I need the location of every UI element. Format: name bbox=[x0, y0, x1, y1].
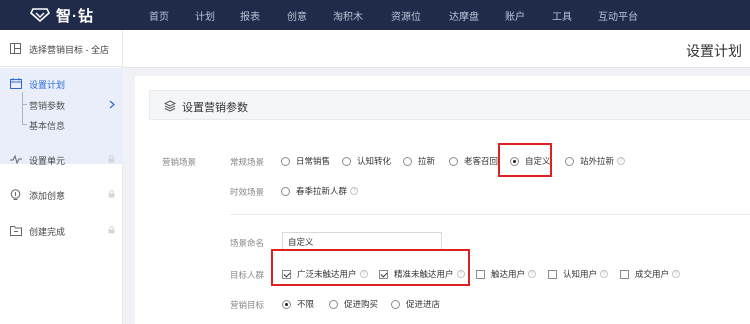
sidebar-item-add-creative[interactable]: 添加创意 bbox=[29, 189, 65, 202]
radio-circle-selected[interactable] bbox=[282, 299, 291, 309]
radio-label: 站外拉新 bbox=[580, 156, 615, 166]
chevron-right-icon bbox=[109, 100, 115, 109]
unit-icon bbox=[10, 154, 22, 165]
calendar-icon bbox=[10, 78, 22, 89]
help-icon[interactable]: ? bbox=[672, 270, 681, 278]
radio-label: 促进购买 bbox=[344, 299, 379, 309]
help-icon[interactable]: ? bbox=[600, 270, 609, 278]
radio-label: 春季拉新人群 bbox=[296, 186, 348, 196]
nav-plan[interactable]: 计划 bbox=[195, 8, 215, 23]
radio-goal-promote-visit[interactable]: 促进进店 bbox=[391, 298, 440, 310]
layers-icon bbox=[163, 100, 177, 112]
radio-circle[interactable] bbox=[281, 186, 290, 196]
lock-icon bbox=[108, 226, 115, 234]
lightbulb-icon bbox=[10, 189, 21, 200]
radio-daily-sales[interactable]: 日常销售 bbox=[281, 155, 330, 167]
nav-damopan[interactable]: 达摩盘 bbox=[449, 8, 479, 23]
radio-circle[interactable] bbox=[449, 156, 458, 166]
checkbox-cognitive[interactable]: 认知用户 ? bbox=[548, 268, 609, 280]
radio-label: 老客召回 bbox=[464, 156, 499, 166]
marketing-params-card: 设置营销参数 营销场景 常规场景 日常销售 认知转化 拉新 老客召回 自定义 站… bbox=[135, 76, 750, 324]
checkbox-label: 触达用户 bbox=[491, 269, 526, 279]
radio-recall-old[interactable]: 老客召回 bbox=[449, 155, 498, 167]
nav-creative[interactable]: 创意 bbox=[287, 8, 307, 23]
checkbox[interactable] bbox=[548, 269, 557, 279]
timely-scene-label: 时效场景 bbox=[230, 187, 265, 197]
logo-text: 智·钻 bbox=[56, 7, 94, 25]
radio-acquire-new[interactable]: 拉新 bbox=[403, 155, 435, 167]
radio-label: 认知转化 bbox=[357, 156, 392, 166]
sidebar-item-set-unit[interactable]: 设置单元 bbox=[29, 154, 65, 167]
sidebar-item-set-plan[interactable]: 设置计划 bbox=[29, 78, 65, 91]
layout-icon bbox=[10, 43, 21, 54]
nav-interactive-platform[interactable]: 互动平台 bbox=[598, 8, 638, 23]
page-header: 设置计划 bbox=[123, 30, 750, 68]
page-title: 设置计划 bbox=[686, 43, 742, 59]
folder-icon bbox=[10, 225, 22, 236]
radio-circle[interactable] bbox=[281, 156, 290, 166]
diamond-logo-icon bbox=[30, 8, 50, 22]
lock-icon bbox=[108, 155, 115, 163]
checkbox[interactable] bbox=[620, 269, 629, 279]
checkbox-reached[interactable]: 触达用户 ? bbox=[476, 268, 537, 280]
radio-spring-acquire[interactable]: 春季拉新人群 ? bbox=[281, 185, 359, 197]
highlight-box-custom bbox=[498, 143, 552, 177]
checkbox-label: 认知用户 bbox=[563, 269, 598, 279]
radio-circle[interactable] bbox=[403, 156, 412, 166]
nav-report[interactable]: 报表 bbox=[240, 8, 260, 23]
top-navigation-bar: 智·钻 首页 计划 报表 创意 淘积木 资源位 达摩盘 账户 工具 互动平台 bbox=[0, 0, 750, 30]
scene-name-input[interactable]: 自定义 bbox=[282, 232, 442, 250]
highlight-box-target-crowd bbox=[271, 249, 470, 286]
lock-icon bbox=[108, 190, 115, 198]
sidebar-item-create-done[interactable]: 创建完成 bbox=[29, 225, 65, 238]
radio-goal-unlimited[interactable]: 不限 bbox=[282, 298, 314, 310]
target-crowd-label: 目标人群 bbox=[230, 270, 265, 280]
logo[interactable]: 智·钻 bbox=[30, 6, 94, 25]
nav-home[interactable]: 首页 bbox=[149, 8, 169, 23]
nav-tools[interactable]: 工具 bbox=[552, 8, 572, 23]
regular-scene-label: 常规场景 bbox=[230, 157, 265, 167]
marketing-scene-label: 营销场景 bbox=[162, 157, 197, 167]
radio-label: 日常销售 bbox=[296, 156, 331, 166]
help-icon[interactable]: ? bbox=[617, 157, 626, 165]
sidebar-sub-basic-info[interactable]: 基本信息 bbox=[29, 119, 65, 132]
sidebar-sub-marketing-params[interactable]: 营销参数 bbox=[29, 99, 65, 112]
scene-name-label: 场景命名 bbox=[230, 238, 265, 248]
sidebar-target[interactable]: 选择营销目标 - 全店 bbox=[0, 30, 123, 67]
radio-label: 拉新 bbox=[418, 156, 436, 166]
radio-circle[interactable] bbox=[391, 299, 400, 309]
radio-circle[interactable] bbox=[565, 156, 574, 166]
radio-goal-promote-purchase[interactable]: 促进购买 bbox=[329, 298, 378, 310]
radio-offsite-acquire[interactable]: 站外拉新 ? bbox=[565, 155, 626, 167]
divider bbox=[230, 214, 750, 215]
nav-account[interactable]: 账户 bbox=[505, 8, 525, 23]
nav-resource[interactable]: 资源位 bbox=[391, 8, 421, 23]
checkbox[interactable] bbox=[476, 269, 485, 279]
radio-label: 不限 bbox=[297, 299, 315, 309]
sidebar-tree-branch bbox=[22, 104, 27, 105]
checkbox-converted[interactable]: 成交用户 ? bbox=[620, 268, 681, 280]
radio-circle[interactable] bbox=[329, 299, 338, 309]
checkbox-label: 成交用户 bbox=[635, 269, 670, 279]
help-icon[interactable]: ? bbox=[528, 270, 537, 278]
help-icon[interactable]: ? bbox=[350, 187, 359, 195]
section-title: 设置营销参数 bbox=[182, 102, 248, 114]
nav-taojimu[interactable]: 淘积木 bbox=[333, 8, 363, 23]
radio-cognitive-conversion[interactable]: 认知转化 bbox=[342, 155, 391, 167]
sidebar: 选择营销目标 - 全店 设置计划 营销参数 基本信息 设置单元 添加创意 创建完… bbox=[0, 30, 123, 324]
marketing-goal-label: 营销目标 bbox=[230, 300, 265, 310]
radio-circle[interactable] bbox=[342, 156, 351, 166]
sidebar-target-label: 选择营销目标 - 全店 bbox=[29, 45, 109, 55]
section-header: 设置营销参数 bbox=[149, 90, 750, 120]
sidebar-tree-line bbox=[22, 92, 23, 124]
radio-label: 促进进店 bbox=[406, 299, 441, 309]
sidebar-tree-branch bbox=[22, 124, 27, 125]
